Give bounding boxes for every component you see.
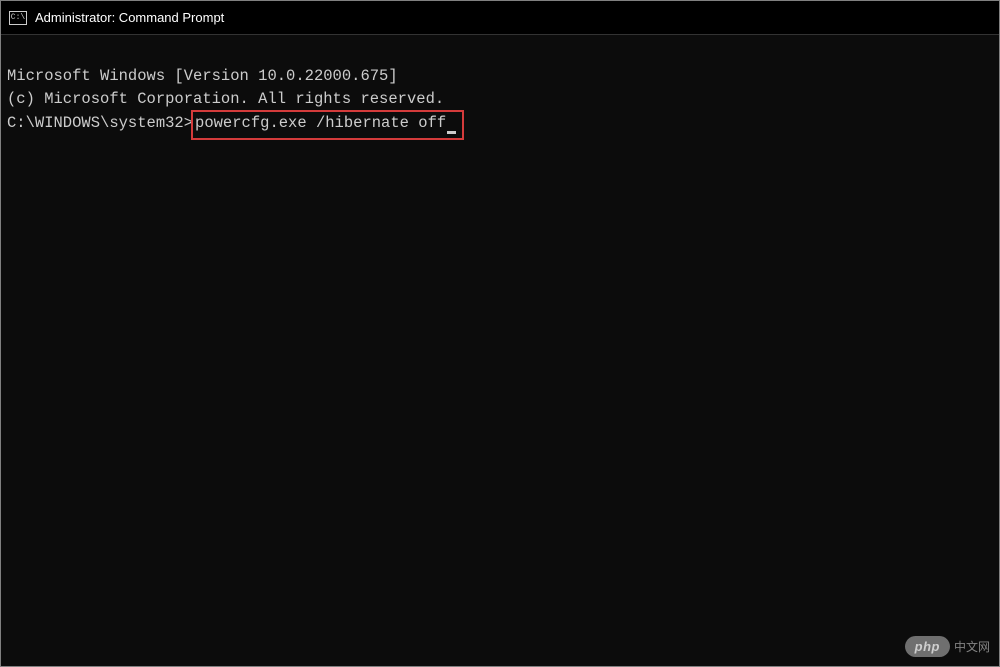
- titlebar[interactable]: C:\ Administrator: Command Prompt: [1, 1, 999, 35]
- terminal-output[interactable]: Microsoft Windows [Version 10.0.22000.67…: [1, 35, 999, 666]
- watermark-text: 中文网: [954, 638, 990, 655]
- cmd-icon-label: C:\: [11, 13, 25, 22]
- window-title: Administrator: Command Prompt: [35, 10, 224, 25]
- prompt-path: C:\WINDOWS\system32>: [7, 114, 193, 132]
- command-prompt-window: C:\ Administrator: Command Prompt Micros…: [0, 0, 1000, 667]
- cmd-icon: C:\: [9, 11, 27, 25]
- command-highlight-box: powercfg.exe /hibernate off: [191, 110, 464, 139]
- version-line: Microsoft Windows [Version 10.0.22000.67…: [7, 65, 993, 87]
- typed-command[interactable]: powercfg.exe /hibernate off: [195, 114, 446, 132]
- watermark-badge: php: [905, 636, 950, 657]
- cursor: [447, 131, 456, 134]
- watermark: php 中文网: [905, 636, 990, 657]
- copyright-line: (c) Microsoft Corporation. All rights re…: [7, 88, 993, 110]
- prompt-line: C:\WINDOWS\system32>powercfg.exe /hibern…: [7, 110, 993, 139]
